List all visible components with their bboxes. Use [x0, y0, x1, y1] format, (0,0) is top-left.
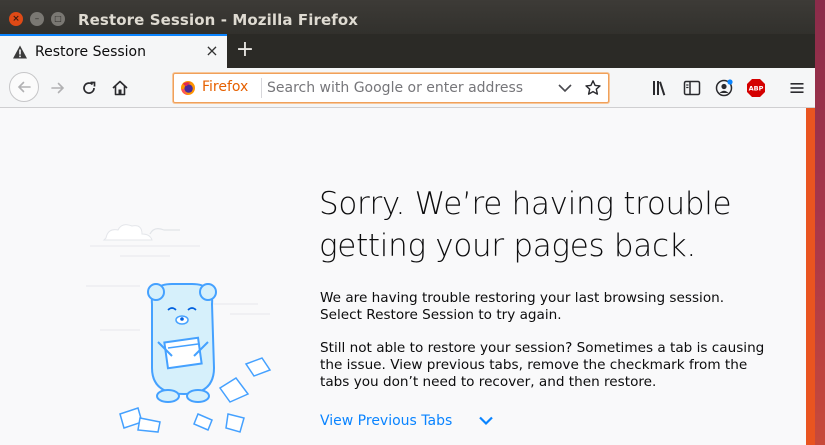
window-close-button[interactable]: ×: [9, 12, 23, 26]
new-tab-button[interactable]: +: [233, 38, 257, 62]
title-bar: × – □ Restore Session - Mozilla Firefox: [0, 0, 815, 38]
window-minimize-button[interactable]: –: [30, 12, 44, 26]
help-message-line-1: Still not able to restore your session? …: [320, 340, 765, 356]
window-frame-edge: [815, 0, 825, 445]
svg-text:ABP: ABP: [749, 85, 764, 93]
forward-button[interactable]: [44, 74, 72, 102]
help-message-line-2: the issue. View previous tabs, remove th…: [320, 357, 748, 373]
page-scrollbar[interactable]: [806, 108, 815, 445]
browser-window: × – □ Restore Session - Mozilla Firefox …: [0, 0, 815, 445]
restore-help-message: Still not able to restore your session? …: [320, 340, 780, 391]
chevron-down-icon[interactable]: [556, 80, 574, 96]
bookmark-star-icon[interactable]: [584, 79, 602, 97]
restore-message-line-2: Select Restore Session to try again.: [320, 307, 562, 323]
close-icon: ×: [12, 13, 20, 24]
headline-line-2: getting your pages back.: [319, 228, 696, 264]
home-icon: [112, 80, 128, 96]
url-bar[interactable]: Firefox: [173, 73, 609, 103]
account-icon[interactable]: [714, 78, 734, 98]
restore-message-line-1: We are having trouble restoring your las…: [320, 290, 725, 306]
sidebar-icon[interactable]: [682, 78, 702, 98]
url-divider: [261, 78, 262, 98]
menu-icon[interactable]: [787, 78, 807, 98]
maximize-icon: □: [54, 14, 62, 23]
window-maximize-button[interactable]: □: [51, 12, 65, 26]
reload-icon: [83, 81, 96, 94]
firefox-logo-icon: [181, 81, 195, 95]
scrollbar-thumb[interactable]: [806, 108, 815, 445]
home-button[interactable]: [106, 74, 134, 102]
warning-icon: [13, 45, 27, 59]
reload-button[interactable]: [75, 74, 103, 102]
tab-strip: Restore Session × +: [0, 34, 815, 68]
help-message-line-3: tabs you don’t need to recover, and then…: [320, 374, 657, 390]
bear-illustration: [86, 224, 272, 433]
back-arrow-icon: [17, 81, 31, 93]
chevron-down-icon[interactable]: [477, 413, 495, 429]
minimize-icon: –: [34, 13, 40, 24]
library-icon[interactable]: [650, 78, 670, 98]
back-button[interactable]: [9, 72, 39, 102]
tab-title: Restore Session: [35, 44, 146, 60]
window-title: Restore Session - Mozilla Firefox: [78, 11, 359, 29]
navigation-toolbar: Firefox A: [0, 68, 815, 108]
view-previous-tabs-link[interactable]: View Previous Tabs: [320, 413, 452, 429]
page-headline: Sorry. We’re having trouble getting your…: [319, 183, 779, 267]
headline-line-1: Sorry. We’re having trouble: [319, 186, 732, 222]
firefox-brand-label: Firefox: [202, 79, 249, 95]
restore-message: We are having trouble restoring your las…: [320, 290, 780, 324]
tab-close-button[interactable]: ×: [203, 42, 221, 60]
forward-arrow-icon: [51, 82, 65, 94]
address-input[interactable]: [267, 76, 547, 100]
page-content: Sorry. We’re having trouble getting your…: [0, 108, 806, 445]
tab-restore-session[interactable]: Restore Session ×: [0, 34, 227, 68]
adblock-plus-icon[interactable]: ABP: [746, 78, 766, 98]
